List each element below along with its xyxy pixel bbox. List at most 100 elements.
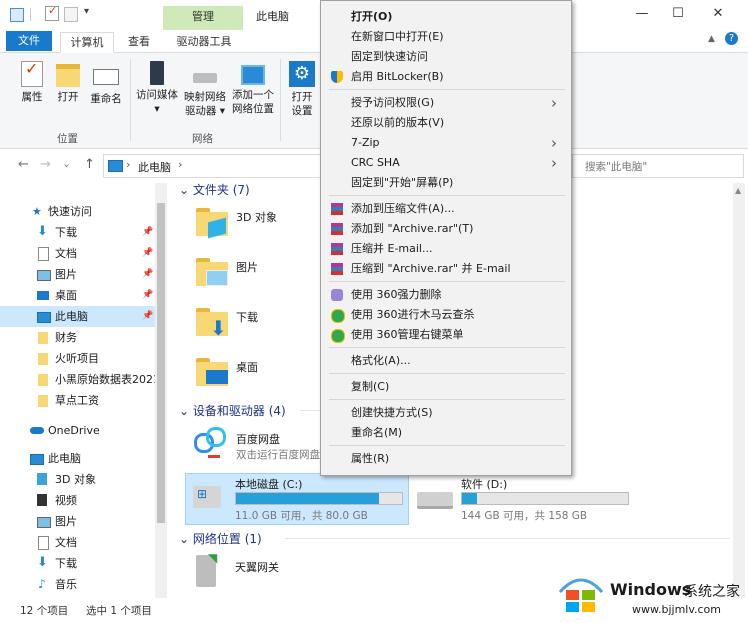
folder-desktop[interactable]: 桌面 [236,359,258,375]
properties-quick-icon[interactable]: ✓ [45,4,59,21]
nav-item-videos[interactable]: 视频 [0,490,155,511]
folder-icon: ⬇ [196,308,228,340]
nav-item-onedrive[interactable]: OneDrive [0,420,155,441]
nav-item-desktop[interactable]: 桌面 📌 [0,285,155,306]
menu-item[interactable]: 添加到压缩文件(A)... [321,199,571,219]
content-scrollbar[interactable] [733,183,745,598]
close-button[interactable]: ✕ [708,6,728,21]
baidu-netdisk-name[interactable]: 百度网盘 [236,431,280,447]
network-item-gateway[interactable]: 天翼网关 [235,559,279,575]
menu-item[interactable]: 启用 BitLocker(B) [321,67,571,87]
tab-view[interactable]: 查看 [120,32,158,51]
tab-file[interactable]: 文件 [6,31,52,51]
hard-drive-icon [417,492,453,509]
menu-item[interactable]: 复制(C) [321,377,571,397]
drive-c-size: 11.0 GB 可用，共 80.0 GB [235,510,368,522]
nav-scrollbar-thumb[interactable] [157,203,165,523]
new-folder-quick-icon[interactable] [64,7,78,22]
document-icon [38,536,49,550]
nav-item-downloads-pc[interactable]: ⬇ 下载 [0,553,155,574]
folder-downloads[interactable]: 下载 [236,309,258,325]
drive-d-usage-fill [462,493,477,504]
maximize-button[interactable]: ☐ [668,6,688,21]
nav-item-pictures[interactable]: 图片 📌 [0,264,155,285]
menu-item[interactable]: 使用 360强力删除 [321,285,571,305]
nav-item-3d-objects[interactable]: 3D 对象 [0,469,155,490]
up-button[interactable]: ↑ [84,157,95,172]
section-network-title[interactable]: ⌄ 网络位置 (1) [179,530,262,547]
nav-quick-access[interactable]: ★ 快速访问 [0,201,155,222]
help-icon[interactable]: ? [725,32,738,45]
open-settings-button[interactable]: ⚙ 打开 设置 [284,61,320,118]
menu-item[interactable]: 使用 360进行木马云查杀 [321,305,571,325]
nav-item-this-pc-quick[interactable]: 此电脑 📌 [0,306,155,327]
nav-item-data-sheet[interactable]: 小黑原始数据表2021 [0,369,155,390]
menu-item[interactable]: 7-Zip › [321,133,571,153]
menu-item[interactable]: 在新窗口中打开(E) [321,27,571,47]
minimize-button[interactable]: — [632,6,652,21]
menu-item[interactable]: 压缩到 "Archive.rar" 并 E-mail [321,259,571,279]
nav-item-documents[interactable]: 文档 📌 [0,243,155,264]
menu-item[interactable]: 还原以前的版本(V) [321,113,571,133]
menu-item[interactable]: 固定到"开始"屏幕(P) [321,173,571,193]
menu-item[interactable]: 格式化(A)... [321,351,571,371]
quick-access-toolbar-dropdown-icon[interactable]: ▾ [84,6,89,17]
3d-objects-icon [37,473,47,485]
menu-item[interactable]: CRC SHA › [321,153,571,173]
desktop-icon [206,370,228,384]
network-drive-icon [193,73,217,83]
access-media-button[interactable]: 访问媒体 ▾ [134,61,180,116]
menu-item-label: 使用 360强力删除 [351,288,442,301]
open-settings-label-2: 设置 [291,105,313,117]
menu-item[interactable]: 授予访问权限(G) › [321,93,571,113]
section-devices-title[interactable]: ⌄ 设备和驱动器 (4) [179,402,286,419]
nav-item-downloads[interactable]: ⬇ 下载 📌 [0,222,155,243]
tab-computer[interactable]: 计算机 [60,32,114,53]
menu-item[interactable]: 属性(R) [321,449,571,469]
nav-item-project[interactable]: 火听项目 [0,348,155,369]
this-pc-icon [37,312,51,323]
nav-item-documents-pc[interactable]: 文档 [0,532,155,553]
address-bar[interactable]: › 此电脑 › [103,154,330,178]
menu-item-label: 还原以前的版本(V) [351,116,445,129]
rename-button[interactable]: 重命名 [86,61,126,106]
tab-drive-tools[interactable]: 驱动器工具 [166,32,242,51]
search-box[interactable]: 搜索"此电脑" [572,154,744,178]
menu-item[interactable]: 重命名(M) [321,423,571,443]
menu-item[interactable]: 使用 360管理右键菜单 [321,325,571,345]
forward-button[interactable]: → [40,157,51,172]
nav-item-this-pc[interactable]: 此电脑 [0,448,155,469]
menu-item[interactable]: 添加到 "Archive.rar"(T) [321,219,571,239]
menu-item-label: 固定到快速访问 [351,50,428,63]
folder-pictures[interactable]: 图片 [236,259,258,275]
nav-item-pictures-pc[interactable]: 图片 [0,511,155,532]
scroll-up-icon[interactable]: ▲ [735,186,741,195]
download-arrow-icon: ⬇ [37,224,48,239]
map-network-drive-button[interactable]: 映射网络 驱动器 ▾ [182,61,228,118]
nav-item-finance[interactable]: 财务 [0,327,155,348]
contextual-tab-manage[interactable]: 管理 [163,6,243,30]
menu-item[interactable]: 压缩并 E-mail... [321,239,571,259]
window-app-icon[interactable] [10,8,24,22]
recent-locations-dropdown[interactable]: ⌄ [62,157,71,170]
nav-item-wages[interactable]: 草点工资 [0,390,155,411]
collapse-ribbon-icon[interactable]: ▲ [708,34,715,44]
drive-d-name[interactable]: 软件 (D:) [461,476,507,492]
back-button[interactable]: ← [18,157,29,172]
watermark-brand: Windows [610,580,692,599]
video-icon [37,494,47,506]
this-pc-icon [30,454,44,465]
folder-3d-objects[interactable]: 3D 对象 [236,209,277,225]
add-network-location-button[interactable]: 添加一个 网络位置 [230,61,276,116]
window-title: 此电脑 [256,10,289,23]
menu-item[interactable]: 创建快捷方式(S) [321,403,571,423]
menu-separator [329,89,565,90]
address-path[interactable]: 此电脑 [138,159,171,175]
menu-item[interactable]: 打开(O) [321,7,571,27]
nav-item-music[interactable]: ♪ 音乐 [0,574,155,595]
open-button[interactable]: 打开 [52,61,84,104]
properties-button[interactable]: ✓ 属性 [12,61,52,104]
section-folders-title[interactable]: ⌄ 文件夹 (7) [179,181,250,198]
download-arrow-icon: ⬇ [210,316,227,340]
menu-item[interactable]: 固定到快速访问 [321,47,571,67]
